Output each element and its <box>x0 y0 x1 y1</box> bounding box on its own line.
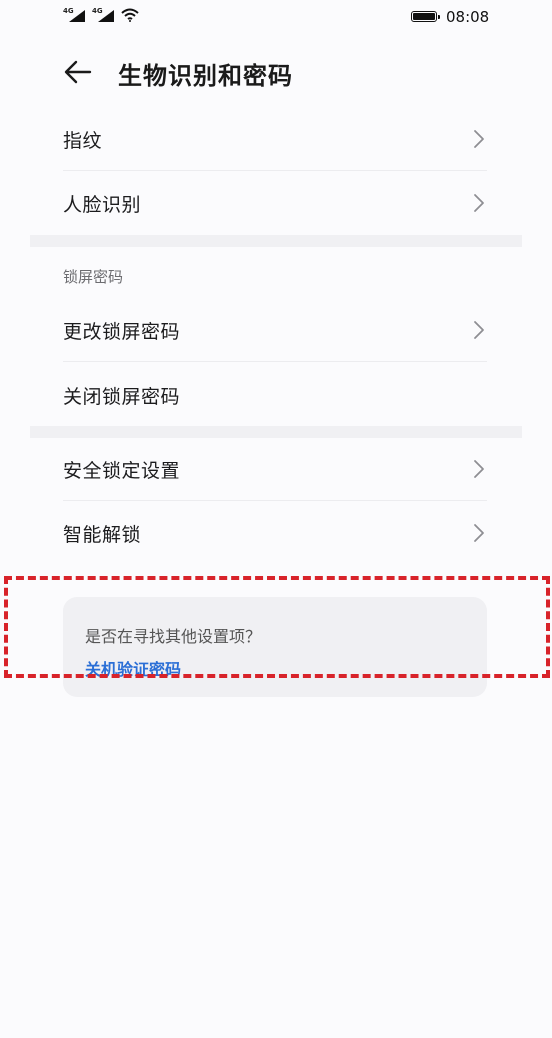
list-item-change-lock-password[interactable]: 更改锁屏密码 <box>63 298 487 362</box>
list-item-label: 关闭锁屏密码 <box>63 385 181 408</box>
list-item-face-recognition[interactable]: 人脸识别 <box>63 171 487 235</box>
divider <box>63 361 487 362</box>
chevron-right-icon <box>474 460 484 478</box>
chevron-right-icon <box>474 524 484 542</box>
list-item-label: 智能解锁 <box>63 523 142 546</box>
chevron-right-icon <box>474 321 484 339</box>
wifi-icon <box>121 8 139 22</box>
signal-icon <box>98 10 114 22</box>
section-title-lock-screen-password: 锁屏密码 <box>63 268 124 286</box>
arrow-left-icon <box>64 60 92 84</box>
list-item-label: 更改锁屏密码 <box>63 320 181 343</box>
app-header: 生物识别和密码 <box>0 44 552 100</box>
list-item-label: 人脸识别 <box>63 193 142 216</box>
group-separator <box>30 235 522 247</box>
list-item-security-lock-settings[interactable]: 安全锁定设置 <box>63 437 487 501</box>
list-item-fingerprint[interactable]: 指纹 <box>63 107 487 171</box>
status-bar: 4G 4G 08:08 <box>0 0 552 34</box>
battery-icon <box>411 11 440 22</box>
chevron-right-icon <box>474 130 484 148</box>
list-item-label: 指纹 <box>63 129 103 152</box>
list-item-smart-unlock[interactable]: 智能解锁 <box>63 501 487 565</box>
list-item-label: 安全锁定设置 <box>63 459 181 482</box>
highlight-annotation <box>4 576 550 678</box>
signal-icon <box>69 10 85 22</box>
page-title: 生物识别和密码 <box>118 62 293 90</box>
status-time: 08:08 <box>446 8 490 26</box>
chevron-right-icon <box>474 194 484 212</box>
list-item-disable-lock-password[interactable]: 关闭锁屏密码 <box>63 363 487 427</box>
back-button[interactable] <box>60 54 96 90</box>
